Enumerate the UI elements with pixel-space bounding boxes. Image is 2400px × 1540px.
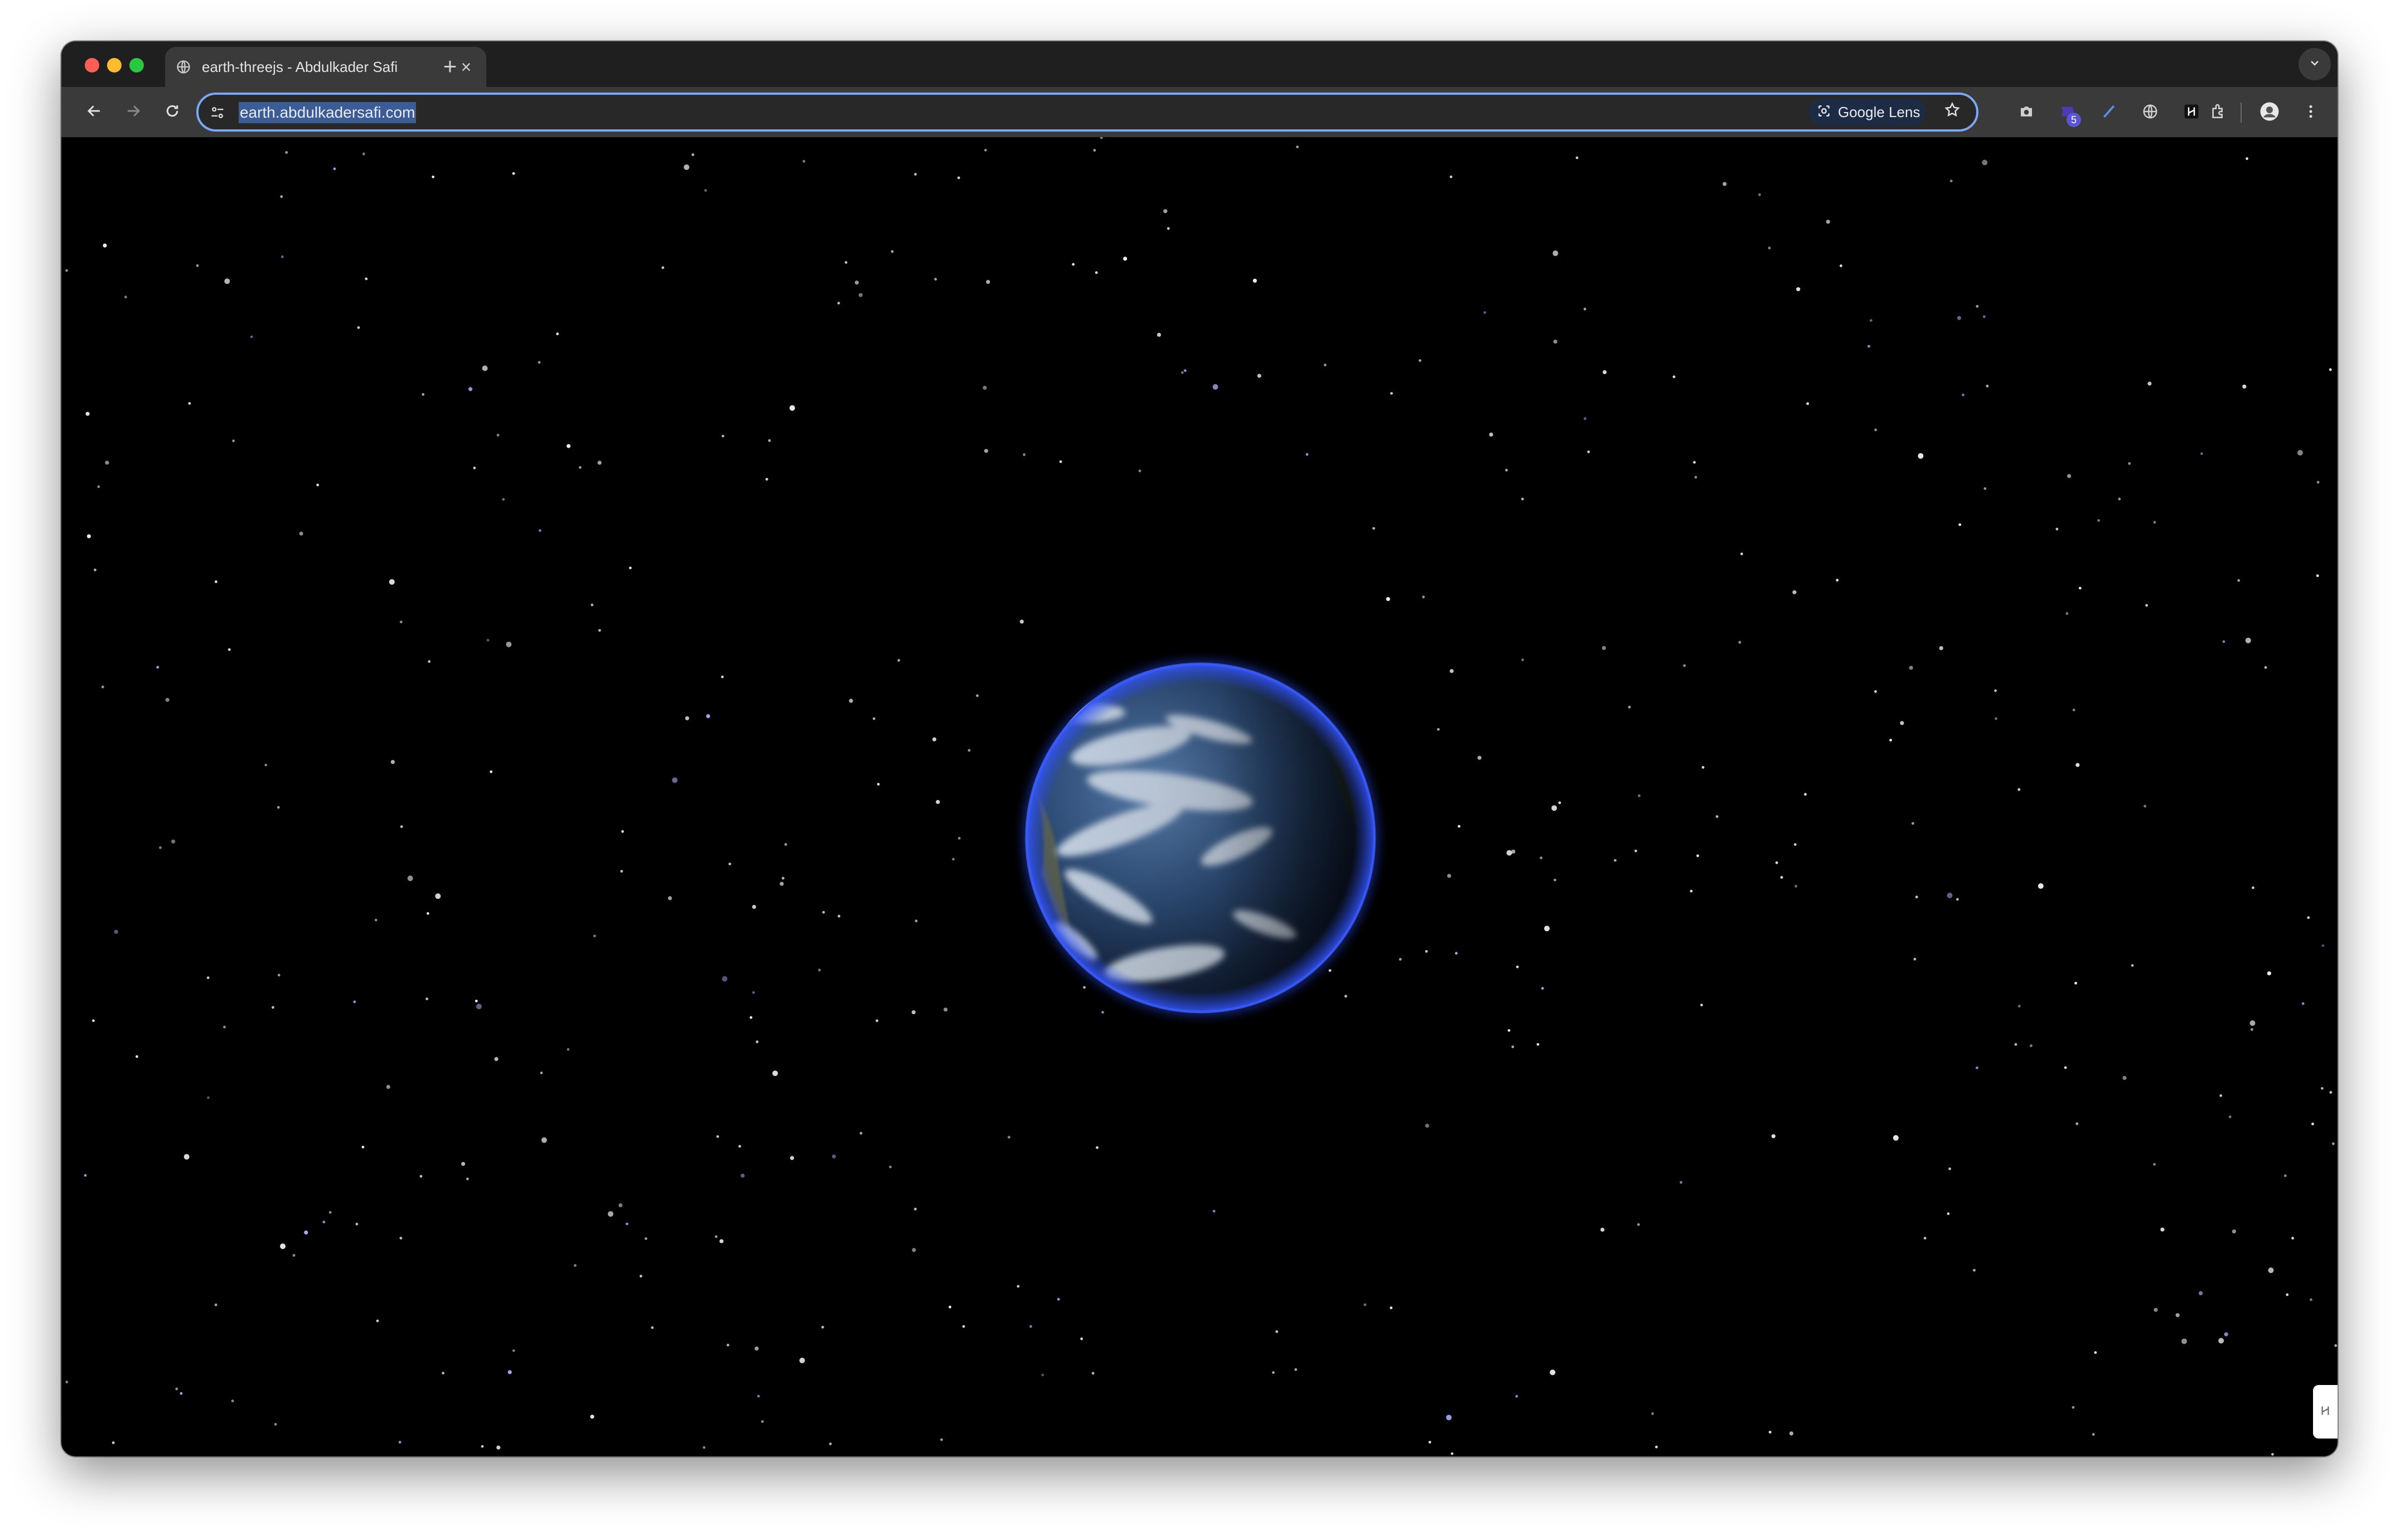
reload-icon xyxy=(164,103,181,122)
pen-extension-button[interactable] xyxy=(2094,98,2123,127)
forward-button[interactable] xyxy=(117,96,149,128)
chevron-down-icon xyxy=(2308,56,2321,72)
reload-button[interactable] xyxy=(156,96,188,128)
back-button[interactable] xyxy=(78,96,110,128)
toolbar-divider xyxy=(2241,103,2242,123)
url-text[interactable]: earth.abdulkadersafi.com xyxy=(239,102,417,123)
extension-badge-count: 5 xyxy=(2067,113,2081,127)
minimize-window-button[interactable] xyxy=(107,58,122,72)
browser-menu-button[interactable] xyxy=(2296,98,2325,127)
arrow-right-icon xyxy=(125,103,142,122)
page-viewport[interactable] xyxy=(61,137,2338,1456)
maximize-window-button[interactable] xyxy=(129,58,144,72)
browser-toolbar: earth.abdulkadersafi.com Google Lens 5 xyxy=(61,87,2338,137)
site-info-icon[interactable] xyxy=(206,101,229,124)
camera-extension-button[interactable] xyxy=(2012,98,2041,127)
google-lens-button[interactable]: Google Lens xyxy=(1809,98,1926,126)
new-tab-button[interactable]: + xyxy=(436,52,464,80)
tab-title: earth-threejs - Abdulkader Safi xyxy=(202,58,398,75)
camera-icon xyxy=(2018,103,2035,123)
pen-icon xyxy=(2101,103,2117,123)
h-logo-extension-button[interactable] xyxy=(2177,98,2206,127)
profile-button[interactable] xyxy=(2255,98,2284,127)
badge-extension-button[interactable]: 5 xyxy=(2053,98,2082,127)
bookmark-star-button[interactable] xyxy=(1938,98,1966,126)
extensions-menu-button[interactable] xyxy=(2204,98,2233,127)
close-window-button[interactable] xyxy=(85,58,99,72)
earth-globe[interactable] xyxy=(1025,662,1376,1014)
h-logo-icon xyxy=(2183,103,2200,123)
extensions-icon xyxy=(2209,103,2227,123)
more-vertical-icon xyxy=(2302,103,2319,123)
tab-search-button[interactable] xyxy=(2299,48,2331,80)
globe-icon xyxy=(175,59,192,75)
browser-window: earth-threejs - Abdulkader Safi × + eart… xyxy=(61,41,2338,1456)
star-icon xyxy=(1944,101,1961,123)
globe-extension-button[interactable] xyxy=(2136,98,2165,127)
tab-strip: earth-threejs - Abdulkader Safi × + xyxy=(61,41,2338,87)
h-logo-icon xyxy=(2318,1403,2333,1421)
arrow-left-icon xyxy=(86,103,103,122)
side-panel-tab[interactable] xyxy=(2313,1385,2338,1439)
avatar-icon xyxy=(2259,101,2280,124)
google-lens-label: Google Lens xyxy=(1838,103,1920,120)
globe-icon xyxy=(2142,103,2159,123)
address-bar[interactable]: earth.abdulkadersafi.com Google Lens xyxy=(196,93,1978,132)
lens-icon xyxy=(1817,104,1831,121)
